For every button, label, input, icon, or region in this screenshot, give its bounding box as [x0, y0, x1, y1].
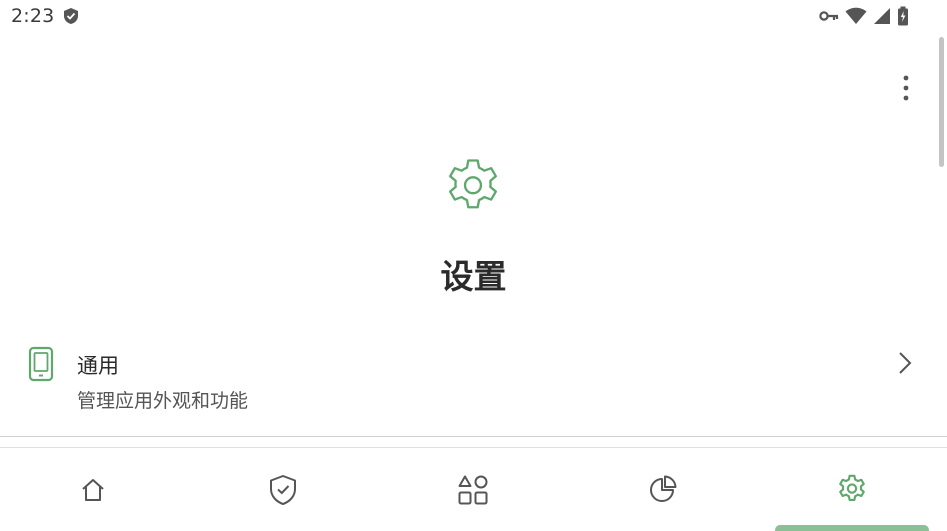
status-time: 2:23 — [11, 5, 55, 27]
overflow-menu-button[interactable] — [890, 70, 922, 106]
vpn-key-icon — [819, 11, 839, 21]
scrollbar[interactable] — [939, 37, 944, 167]
pie-chart-icon — [650, 475, 677, 502]
nav-item-protection[interactable] — [263, 472, 303, 508]
gear-icon — [449, 159, 497, 209]
chevron-right-icon — [899, 352, 912, 374]
nav-item-settings[interactable] — [832, 472, 872, 508]
settings-screen: 2:23 设置 通用 管理应用外观和功能 — [0, 0, 947, 531]
status-bar: 2:23 — [0, 0, 947, 32]
settings-item-title: 通用 — [77, 354, 119, 378]
shield-icon — [64, 8, 78, 24]
gear-icon — [839, 474, 865, 501]
settings-item-subtitle: 管理应用外观和功能 — [77, 390, 249, 412]
nav-item-apps[interactable] — [453, 472, 493, 508]
nav-item-home[interactable] — [73, 472, 113, 508]
home-icon — [82, 479, 104, 501]
status-icons — [819, 6, 909, 26]
battery-charging-icon — [898, 6, 908, 26]
shield-check-icon — [270, 475, 296, 505]
apps-icon — [458, 475, 488, 505]
bottom-nav — [0, 448, 947, 531]
settings-item-general[interactable]: 通用 管理应用外观和功能 — [0, 330, 947, 435]
phone-icon — [28, 346, 54, 382]
more-vert-icon — [903, 75, 909, 101]
cell-signal-icon — [874, 8, 890, 24]
wifi-icon — [845, 7, 867, 24]
page-title: 设置 — [440, 257, 507, 296]
nav-item-statistics[interactable] — [642, 472, 682, 508]
nav-selected-indicator — [775, 525, 929, 531]
list-divider — [0, 436, 947, 437]
